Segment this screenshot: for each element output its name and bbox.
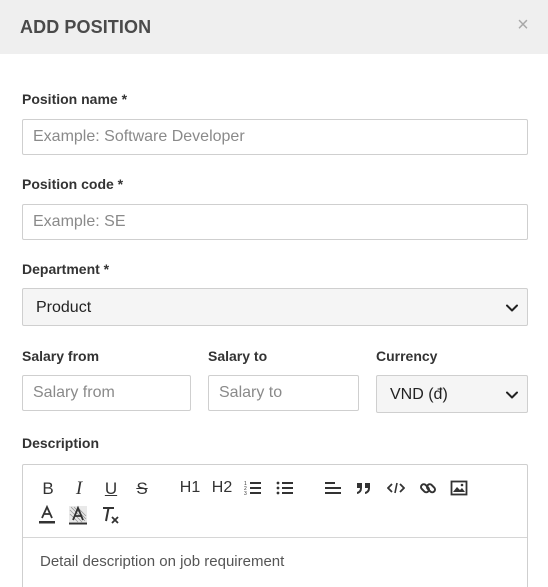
image-icon[interactable] xyxy=(447,476,471,500)
salary-to-input[interactable] xyxy=(208,375,359,411)
salary-to-label: Salary to xyxy=(208,348,268,364)
bold-icon[interactable]: B xyxy=(36,476,60,500)
bullet-list-icon[interactable] xyxy=(273,476,297,500)
chevron-down-icon xyxy=(506,304,518,312)
currency-label: Currency xyxy=(376,348,438,364)
font-color-icon[interactable] xyxy=(35,503,59,527)
currency-select[interactable]: VND (đ) xyxy=(376,375,528,413)
position-name-input[interactable] xyxy=(22,119,528,155)
description-placeholder[interactable]: Detail description on job requirement xyxy=(40,553,284,570)
italic-icon[interactable]: I xyxy=(67,476,91,500)
department-selected-value: Product xyxy=(36,299,92,316)
editor-toolbar: B I U S H1 H2 1 2 3 xyxy=(23,465,527,538)
position-code-label: Position code * xyxy=(22,176,124,192)
description-label: Description xyxy=(22,435,100,451)
link-icon[interactable] xyxy=(416,476,440,500)
underline-icon[interactable]: U xyxy=(99,476,123,500)
heading-1-icon[interactable]: H1 xyxy=(177,476,203,500)
chevron-down-icon xyxy=(506,391,518,399)
description-editor: B I U S H1 H2 1 2 3 Detail description o… xyxy=(22,464,528,587)
position-code-input[interactable] xyxy=(22,204,528,240)
position-name-label: Position name * xyxy=(22,91,128,107)
strikethrough-icon[interactable]: S xyxy=(130,476,154,500)
clear-format-icon[interactable] xyxy=(99,503,123,527)
salary-from-input[interactable] xyxy=(22,375,191,411)
modal-header: ADD POSITION × xyxy=(0,0,548,54)
blockquote-icon[interactable] xyxy=(352,476,376,500)
background-color-icon[interactable] xyxy=(66,503,90,527)
ordered-list-icon[interactable]: 1 2 3 xyxy=(241,476,265,500)
svg-text:3: 3 xyxy=(244,491,247,497)
close-icon[interactable]: × xyxy=(514,14,532,36)
department-label: Department * xyxy=(22,261,110,277)
code-icon[interactable] xyxy=(384,476,408,500)
align-icon[interactable] xyxy=(321,476,345,500)
salary-from-label: Salary from xyxy=(22,348,100,364)
currency-selected-value: VND (đ) xyxy=(390,386,448,403)
modal-title: ADD POSITION xyxy=(20,17,152,37)
heading-2-icon[interactable]: H2 xyxy=(209,476,235,500)
department-select[interactable]: Product xyxy=(22,288,528,326)
